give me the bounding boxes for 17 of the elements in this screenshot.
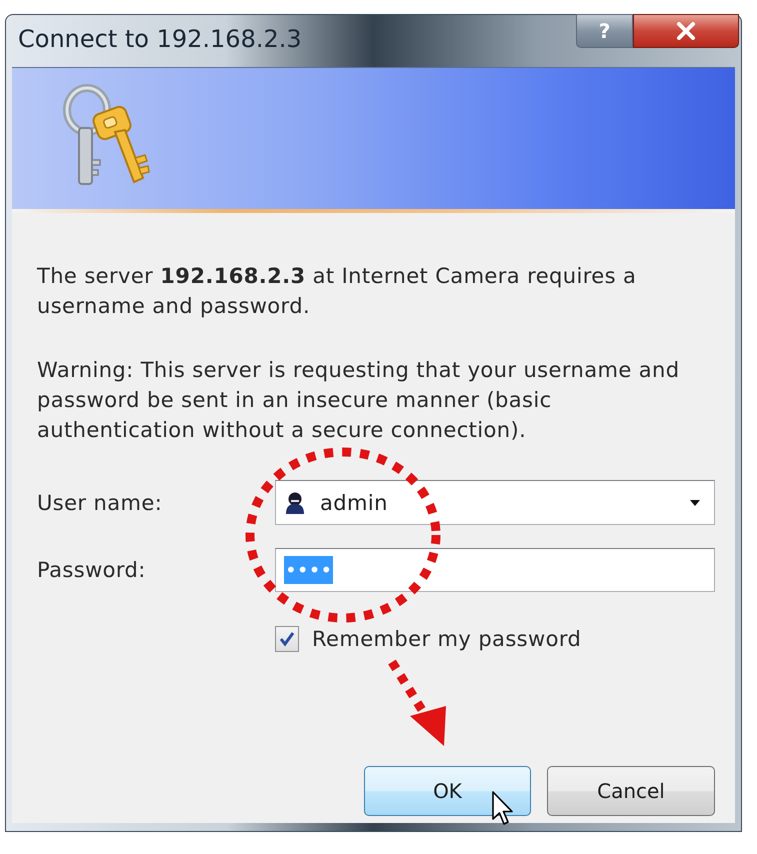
window-title: Connect to 192.168.2.3 — [18, 24, 302, 54]
username-combo-box[interactable]: admin — [275, 480, 715, 525]
user-icon — [284, 490, 306, 514]
close-button[interactable] — [633, 14, 739, 48]
remember-password-label: Remember my password — [312, 626, 582, 653]
checkbox[interactable] — [275, 626, 299, 652]
message-text: The server 192.168.2.3 at Internet Camera requires a username and password. — [37, 263, 638, 320]
username-value: admin — [320, 490, 388, 516]
field-label: Password: — [37, 557, 147, 584]
dialog-button[interactable]: OK — [364, 766, 531, 816]
close-icon — [676, 22, 696, 40]
caret-icon — [690, 500, 700, 506]
warning-text: Warning: This server is requesting that your username and password be sent in an insecure manner (basic authentication without a secure connection). — [37, 357, 680, 444]
field-label: User name: — [37, 490, 164, 516]
password-value: •••• — [284, 556, 334, 584]
dialog-button[interactable]: Cancel — [547, 766, 715, 816]
checkmark-icon — [279, 631, 295, 647]
